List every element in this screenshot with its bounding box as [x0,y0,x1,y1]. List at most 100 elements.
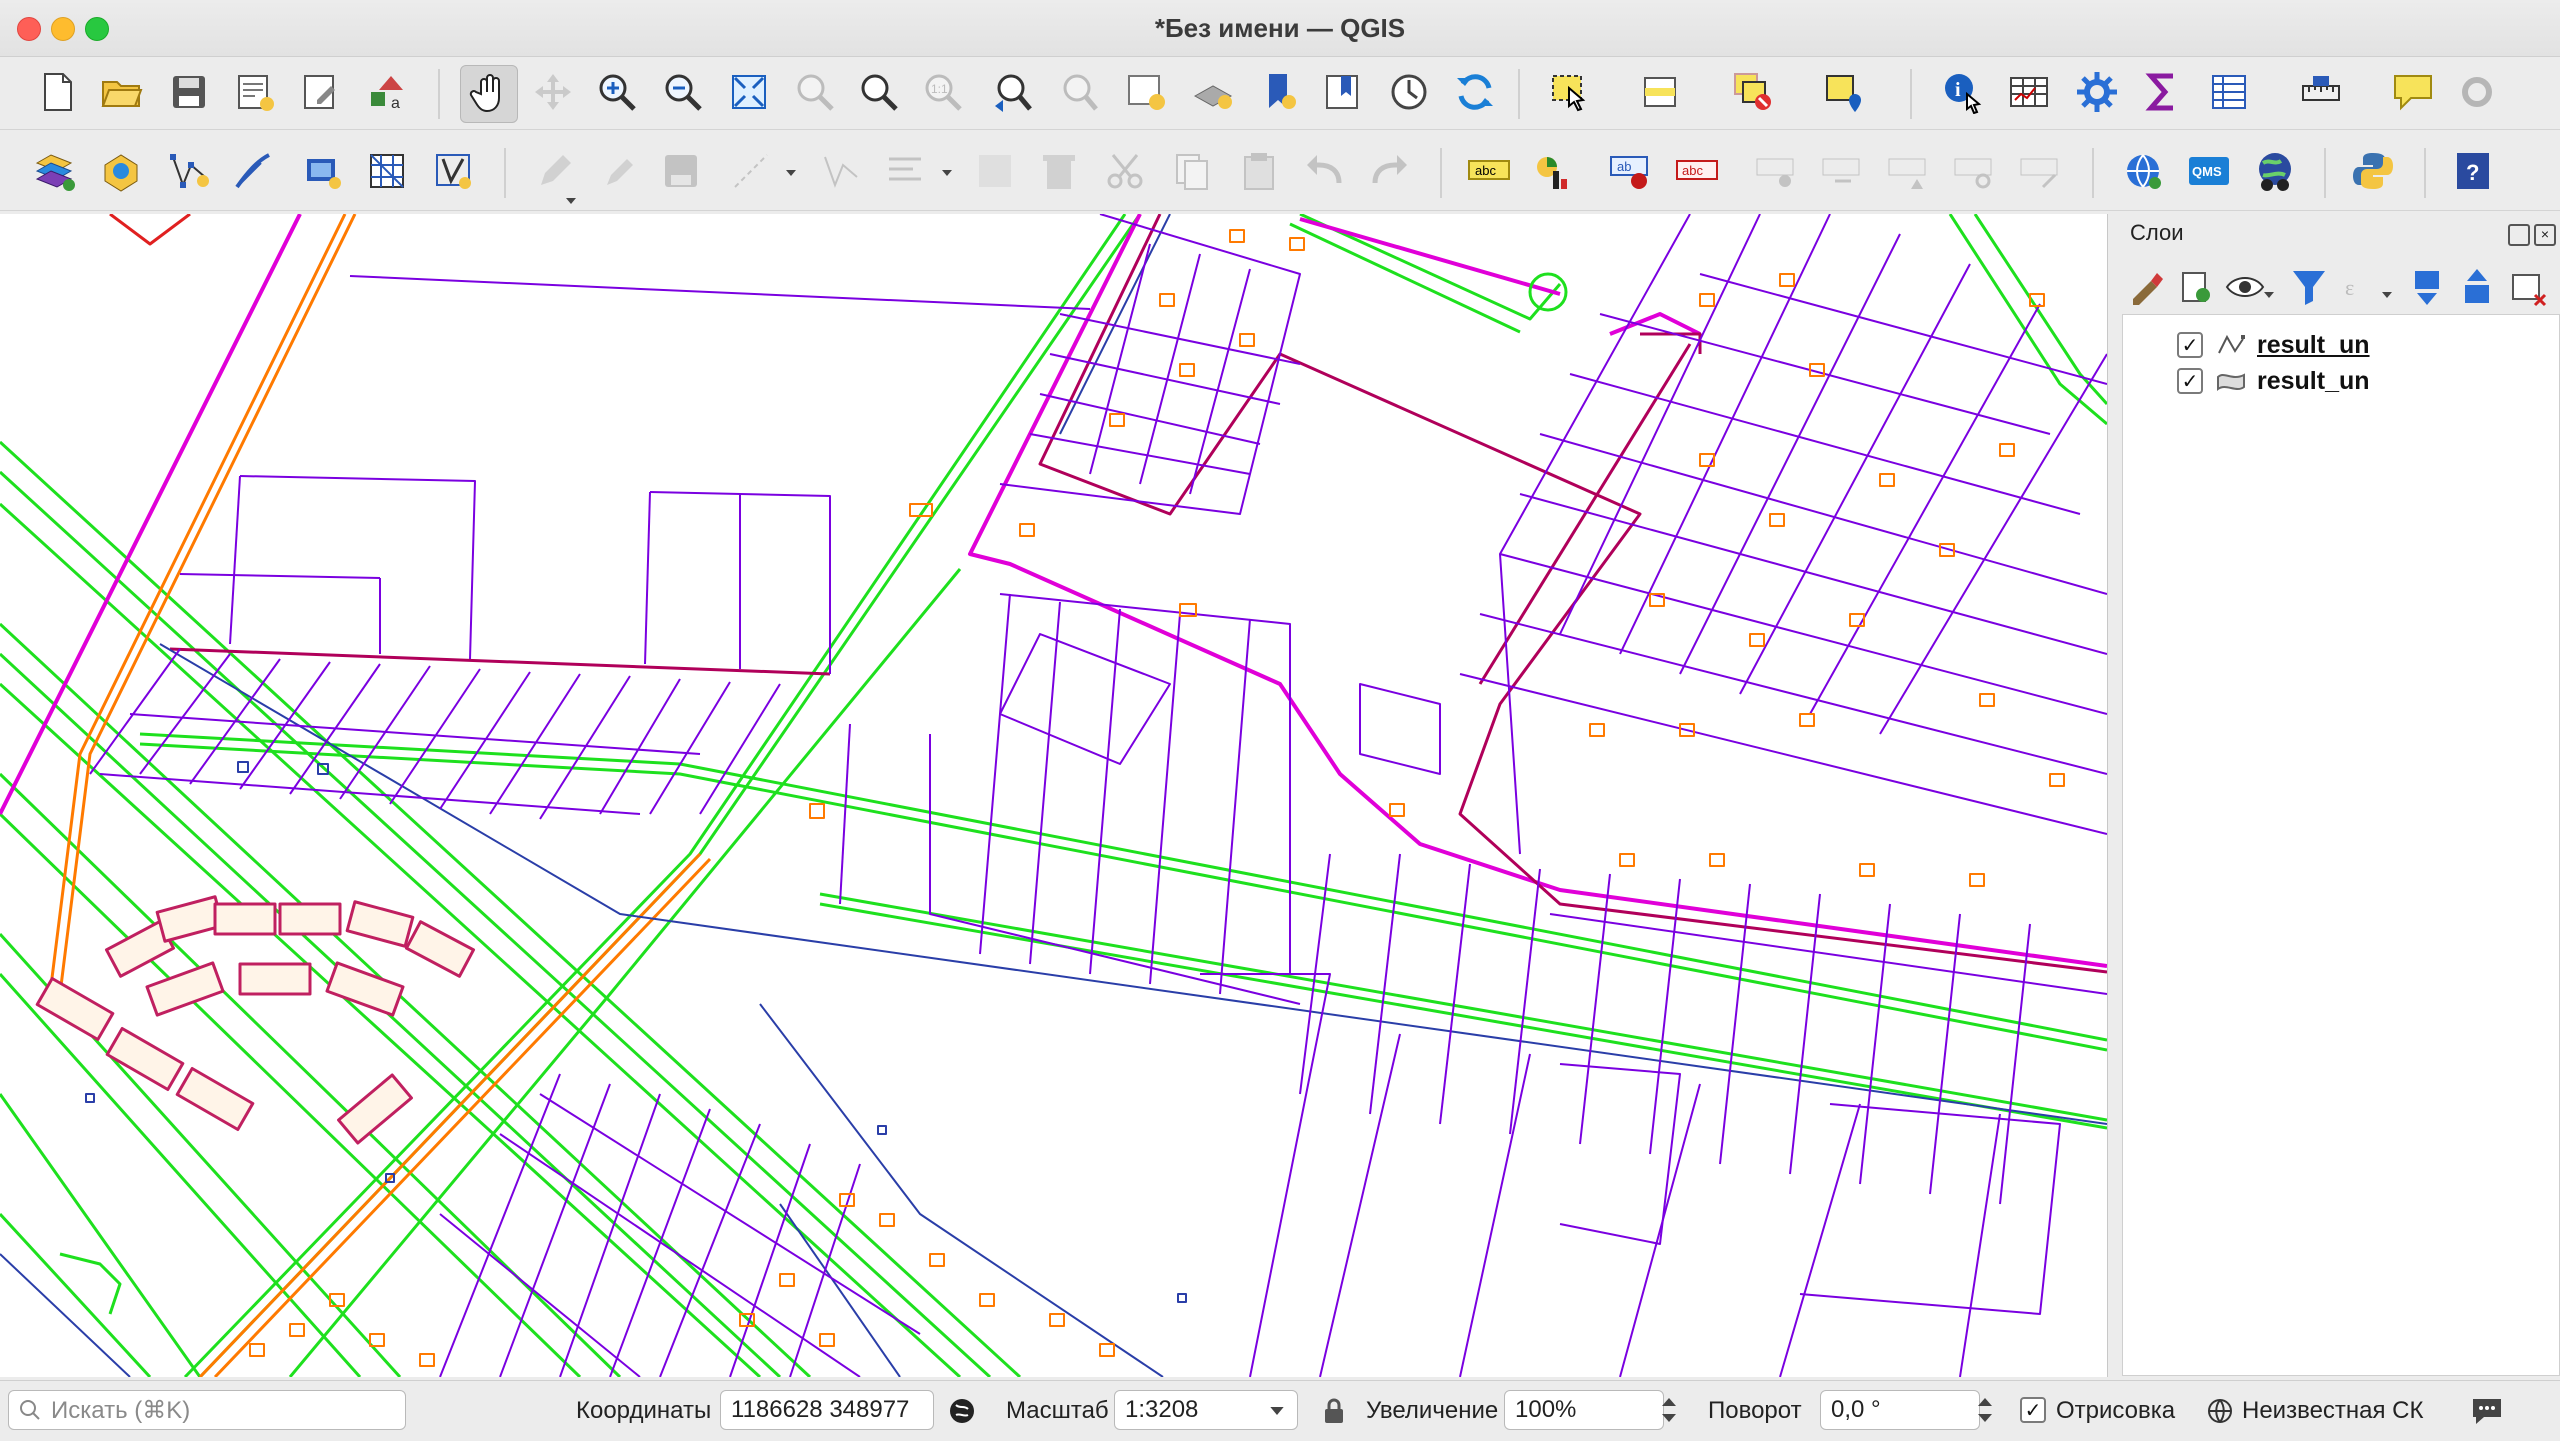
diagram-tool-icon[interactable] [1530,146,1580,196]
deselect-icon[interactable] [1728,67,1778,117]
map-tips-icon[interactable] [2388,67,2438,117]
digitize-vertex-icon[interactable] [164,146,214,196]
processing-toolbox-icon[interactable] [2072,67,2122,117]
refresh-icon[interactable] [1450,67,1500,117]
remove-layer-icon[interactable] [2502,262,2552,312]
layer-item[interactable]: ✓ result_un [2123,327,2559,363]
show-hide-labels-icon[interactable] [1752,146,1802,196]
python-console-icon[interactable] [2348,146,2398,196]
cut-icon[interactable] [1100,146,1150,196]
temporal-controller-icon[interactable] [1384,67,1434,117]
vertex-tool-icon[interactable] [816,146,866,196]
add-group-icon[interactable] [2170,262,2220,312]
show-bookmarks-icon[interactable] [1318,67,1368,117]
zoom-in-icon[interactable] [592,67,642,117]
map-features[interactable] [0,214,2107,1377]
chevron-down-icon[interactable] [786,170,796,176]
float-panel-icon[interactable] [2508,224,2530,246]
add-wms-icon[interactable] [296,146,346,196]
identify-icon[interactable]: i [1938,67,1988,117]
pin-labels-icon[interactable]: ab [1606,146,1656,196]
new-project-icon[interactable] [32,67,82,117]
manage-visibility-icon[interactable] [2220,262,2270,312]
collapse-all-icon[interactable] [2452,262,2502,312]
qms-plugin-icon[interactable]: QMS [2184,146,2234,196]
delete-selected-icon[interactable] [1034,146,1084,196]
zoom-out-icon[interactable] [658,67,708,117]
change-label-icon[interactable] [1950,146,2000,196]
new-print-layout-icon[interactable] [230,67,280,117]
chevron-down-icon[interactable] [2264,292,2274,298]
layer-visibility-checkbox[interactable]: ✓ [2177,368,2203,394]
style-manager-icon[interactable]: a [362,67,412,117]
save-edits-icon[interactable] [656,146,706,196]
new-map-view-icon[interactable] [1122,67,1172,117]
paste-icon[interactable] [1234,146,1284,196]
messages-icon[interactable] [2470,1395,2504,1427]
add-raster-icon[interactable] [362,146,412,196]
mouse-extents-icon[interactable] [946,1395,978,1427]
digitize-pencil-icon[interactable] [228,146,278,196]
new-geopackage-layer-icon[interactable] [96,146,146,196]
label-tool-icon[interactable]: abc [1464,146,1514,196]
expand-all-icon[interactable] [2402,262,2452,312]
save-project-icon[interactable] [164,67,214,117]
zoom-to-layer-icon[interactable] [854,67,904,117]
filter-expression-icon[interactable]: ε [2334,262,2384,312]
close-panel-icon[interactable]: × [2534,224,2556,246]
filter-legend-icon[interactable] [2284,262,2334,312]
annotation-icon[interactable] [2452,67,2502,117]
edit-pencil-icon[interactable] [530,146,580,196]
pan-map-icon[interactable] [460,65,518,123]
open-project-icon[interactable] [96,67,146,117]
new-3d-view-icon[interactable] [1188,67,1238,117]
data-source-manager-icon[interactable] [30,146,80,196]
zoom-last-icon[interactable] [988,67,1038,117]
new-bookmark-icon[interactable] [1256,67,1306,117]
rotation-field[interactable]: 0,0 ° [1820,1390,1980,1430]
zoom-native-icon[interactable]: 1:1 [918,67,968,117]
layer-visibility-checkbox[interactable]: ✓ [2177,332,2203,358]
zoom-to-selection-icon[interactable] [790,67,840,117]
label-properties-icon[interactable] [2016,146,2066,196]
highlight-labels-icon[interactable]: abc [1672,146,1722,196]
rotate-label-icon[interactable] [1884,146,1934,196]
magnifier-field[interactable]: 100% [1504,1390,1664,1430]
crs-label[interactable]: Неизвестная СК [2242,1397,2424,1425]
earth-plugin-icon[interactable] [2250,146,2300,196]
chevron-down-icon[interactable] [566,198,576,204]
coordinates-field[interactable]: 1186628 348977 [720,1390,934,1430]
chevron-down-icon[interactable] [2382,292,2392,298]
toggle-editing-icon[interactable] [592,146,642,196]
layer-style-icon[interactable] [2120,262,2170,312]
zoom-full-icon[interactable] [724,67,774,117]
search-input[interactable]: Искать (⌘K) [8,1390,406,1430]
pan-to-selection-icon[interactable] [528,67,578,117]
redo-icon[interactable] [1364,146,1414,196]
measure-icon[interactable] [2296,67,2346,117]
add-virtual-layer-icon[interactable] [428,146,478,196]
layout-manager-icon[interactable] [296,67,346,117]
attribute-table-icon[interactable] [2004,67,2054,117]
select-features-icon[interactable] [1544,67,1594,117]
magnifier-spinner-icon[interactable] [1654,1390,1684,1430]
layer-item[interactable]: ✓ result_un [2123,363,2559,399]
help-icon[interactable]: ? [2448,146,2498,196]
select-by-location-icon[interactable] [1820,67,1870,117]
statistics-icon[interactable] [2138,67,2188,117]
zoom-next-icon[interactable] [1054,67,1104,117]
open-field-calculator-icon[interactable] [2204,67,2254,117]
move-label-icon[interactable] [1818,146,1868,196]
undo-icon[interactable] [1300,146,1350,196]
select-by-attributes-icon[interactable] [1636,67,1686,117]
chevron-down-icon[interactable] [942,170,952,176]
modify-attributes-icon[interactable] [880,146,930,196]
copy-icon[interactable] [1166,146,1216,196]
rotation-spinner-icon[interactable] [1970,1390,2000,1430]
chevron-down-icon[interactable] [1270,1407,1284,1415]
lock-icon[interactable] [1322,1397,1346,1425]
crs-globe-icon[interactable] [2206,1397,2234,1425]
globe-plugin-icon[interactable] [2118,146,2168,196]
map-canvas[interactable] [0,214,2108,1377]
edit-table-icon[interactable] [970,146,1020,196]
